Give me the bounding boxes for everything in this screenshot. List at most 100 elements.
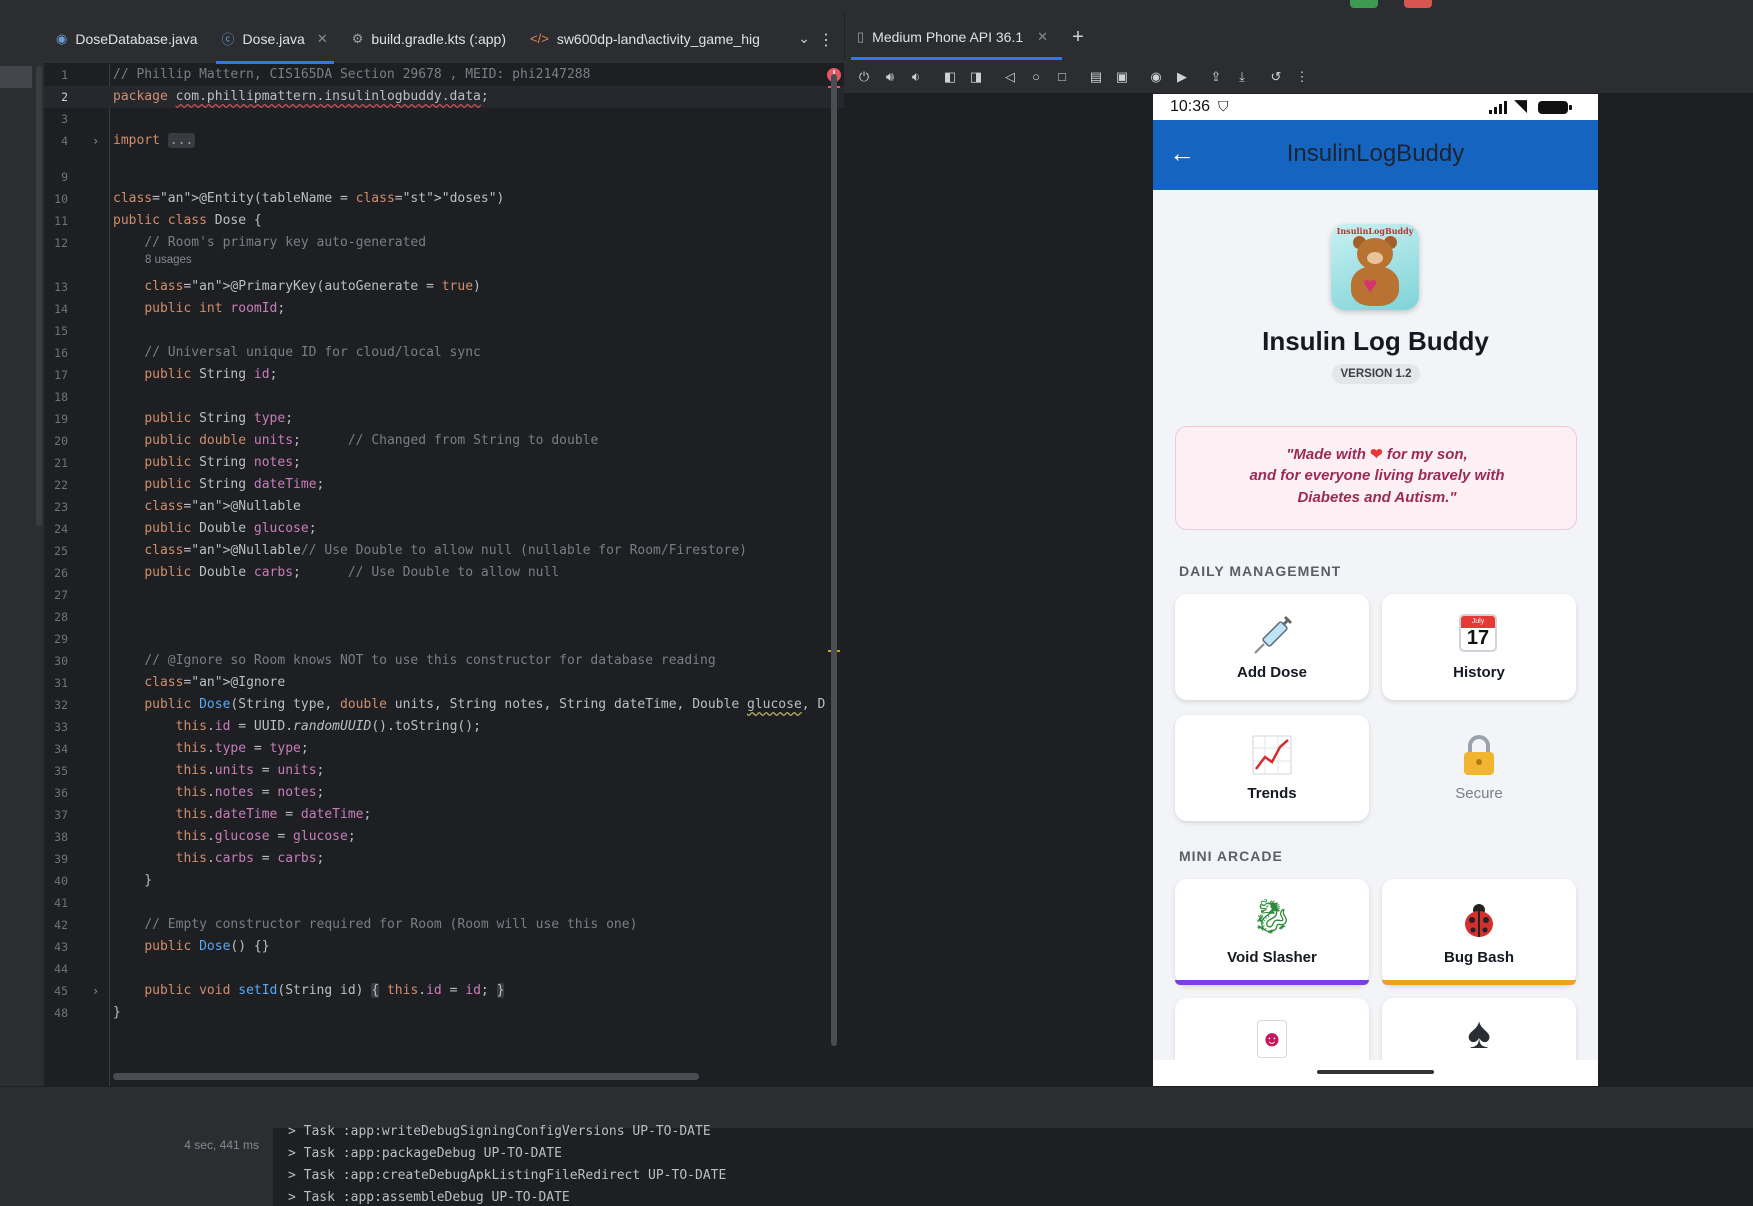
code-line[interactable]: 43 public Dose() {} [44, 936, 844, 958]
home-icon[interactable]: ○ [1026, 67, 1046, 87]
code-text: public String type; [144, 411, 294, 426]
left-tool-strip [0, 14, 44, 1086]
code-line[interactable]: 38 this.glucose = glucose; [44, 826, 844, 848]
xml-icon: </> [530, 31, 549, 46]
code-line[interactable]: 45 › public void setId(String id) { this.… [44, 980, 844, 1002]
code-line[interactable]: 4 › import ... [44, 130, 844, 152]
code-line[interactable]: 3 [44, 108, 844, 130]
spade-icon: ♠ [1467, 1009, 1491, 1058]
overview-icon[interactable]: □ [1052, 67, 1072, 87]
export-icon[interactable]: ⇪ [1206, 67, 1226, 87]
void-slasher-card[interactable]: 🐉︎ Void Slasher [1175, 879, 1369, 985]
code-line[interactable]: 44 [44, 958, 844, 980]
tool-strip-scrollbar[interactable] [36, 66, 42, 526]
phone-screen[interactable]: 10:36 ⛉ ◥ ← InsulinLogBuddy InsulinLogBu… [1153, 94, 1598, 1086]
close-icon[interactable]: ✕ [317, 31, 328, 47]
more-vertical-icon[interactable]: ⋮ [818, 30, 834, 50]
rotate-right-icon[interactable]: ◨ [966, 67, 986, 87]
fold-chevron-icon[interactable]: › [92, 130, 99, 152]
code-line[interactable]: 17 public String id; [44, 364, 844, 386]
editor-horizontal-scrollbar[interactable] [113, 1073, 699, 1080]
back-icon[interactable]: ◁ [1000, 67, 1020, 87]
chevron-down-icon[interactable]: ⌄ [798, 30, 810, 47]
run-button[interactable] [1350, 0, 1378, 8]
code-line[interactable]: 1 // Phillip Mattern, CIS165DA Section 29… [44, 64, 844, 86]
history-card[interactable]: July 17 History [1382, 594, 1576, 700]
line-number: 19 [54, 412, 68, 426]
close-icon[interactable]: ✕ [1037, 29, 1048, 45]
code-line[interactable]: 18 [44, 386, 844, 408]
build-panel-header [0, 1086, 1753, 1128]
record-icon[interactable]: ▶ [1172, 67, 1192, 87]
code-line[interactable]: 25 class="an">@Nullable// Use Double to … [44, 540, 844, 562]
code-line[interactable]: 15 [44, 320, 844, 342]
tab-emulator-device[interactable]: ▯ Medium Phone API 36.1 ✕ [845, 14, 1063, 60]
add-device-icon[interactable]: + [1072, 26, 1084, 49]
code-line[interactable]: 2 package com.phillipmattern.insulinlogbu… [44, 86, 844, 108]
volume-up-icon[interactable]: 🔊︎ [880, 67, 900, 87]
code-line[interactable]: 16 // Universal unique ID for cloud/loca… [44, 342, 844, 364]
code-line[interactable]: 12 // Room's primary key auto-generated [44, 232, 844, 254]
code-line[interactable]: 28 [44, 606, 844, 628]
code-line[interactable]: 29 [44, 628, 844, 650]
power-icon[interactable]: ⏻ [854, 67, 874, 87]
code-line[interactable]: 26 public Double carbs; // Use Double to… [44, 562, 844, 584]
tab-activity-game-xml[interactable]: </> sw600dp-land\activity_game_hig [518, 14, 772, 64]
code-line[interactable]: 20 public double units; // Changed from … [44, 430, 844, 452]
build-output[interactable]: > Task :app:writeDebugSigningConfigVersi… [274, 1124, 1753, 1206]
dragon-icon: 🐉︎ [1250, 898, 1294, 936]
code-line[interactable]: 35 this.units = units; [44, 760, 844, 782]
trends-card[interactable]: Trends [1175, 715, 1369, 821]
code-line[interactable]: 27 [44, 584, 844, 606]
usages-hint[interactable]: 8 usages [145, 254, 192, 266]
import-icon[interactable]: ⤓ [1232, 67, 1252, 87]
secure-card[interactable]: Secure [1382, 715, 1576, 821]
code-line[interactable]: 30 // @Ignore so Room knows NOT to use t… [44, 650, 844, 672]
tab-dose-java[interactable]: ⓒ Dose.java ✕ [210, 14, 340, 64]
code-line[interactable]: 23 class="an">@Nullable [44, 496, 844, 518]
code-line[interactable]: 31 class="an">@Ignore [44, 672, 844, 694]
screenshot-icon[interactable]: ◉ [1146, 67, 1166, 87]
code-editor[interactable]: 1 // Phillip Mattern, CIS165DA Section 29… [44, 64, 844, 1086]
home-handle[interactable] [1317, 1070, 1434, 1074]
code-line[interactable]: 40 } [44, 870, 844, 892]
rotate-left-icon[interactable]: ◧ [940, 67, 960, 87]
volume-down-icon[interactable]: 🔉︎ [906, 67, 926, 87]
code-text: public Dose(String type, double units, S… [144, 697, 826, 712]
code-line[interactable]: 32 public Dose(String type, double units… [44, 694, 844, 716]
code-text: public double units; // Changed from Str… [144, 433, 599, 448]
code-line[interactable]: 24 public Double glucose; [44, 518, 844, 540]
code-line[interactable]: 34 this.type = type; [44, 738, 844, 760]
line-number: 17 [54, 368, 68, 382]
tab-build-gradle[interactable]: ⚙ build.gradle.kts (:app) [340, 14, 518, 64]
code-line[interactable]: 39 this.carbs = carbs; [44, 848, 844, 870]
code-line[interactable]: 37 this.dateTime = dateTime; [44, 804, 844, 826]
reset-icon[interactable]: ↺ [1266, 67, 1286, 87]
code-text: // Empty constructor required for Room (… [144, 917, 638, 932]
stop-button[interactable] [1404, 0, 1432, 8]
code-line[interactable]: 19 public String type; [44, 408, 844, 430]
fold-chevron-icon[interactable]: › [92, 980, 99, 1002]
code-line[interactable]: 11 public class Dose { [44, 210, 844, 232]
code-line[interactable]: 48} [44, 1002, 844, 1024]
more-icon[interactable]: ⋮ [1292, 67, 1312, 87]
code-line[interactable]: 10 class="an">@Entity(tableName = class="… [44, 188, 844, 210]
line-number: 28 [54, 610, 68, 624]
code-line[interactable]: 41 [44, 892, 844, 914]
line-number: 44 [54, 962, 68, 976]
code-line[interactable]: 42 // Empty constructor required for Roo… [44, 914, 844, 936]
code-line[interactable]: 33 this.id = UUID.randomUUID().toString(… [44, 716, 844, 738]
fold-icon[interactable]: ▤ [1086, 67, 1106, 87]
tab-dose-database[interactable]: ◉ DoseDatabase.java [44, 14, 210, 64]
editor-vertical-scrollbar[interactable] [831, 74, 837, 1046]
bug-bash-card[interactable]: Bug Bash [1382, 879, 1576, 985]
code-line[interactable]: 9 [44, 166, 844, 188]
code-line[interactable]: 14 public int roomId; [44, 298, 844, 320]
code-line[interactable]: 21 public String notes; [44, 452, 844, 474]
code-line[interactable]: 22 public String dateTime; [44, 474, 844, 496]
project-tool-marker[interactable] [0, 66, 32, 88]
code-line[interactable]: 13 class="an">@PrimaryKey(autoGenerate =… [44, 276, 844, 298]
device-frame-icon[interactable]: ▣ [1112, 67, 1132, 87]
add-dose-card[interactable]: Add Dose [1175, 594, 1369, 700]
code-line[interactable]: 36 this.notes = notes; [44, 782, 844, 804]
